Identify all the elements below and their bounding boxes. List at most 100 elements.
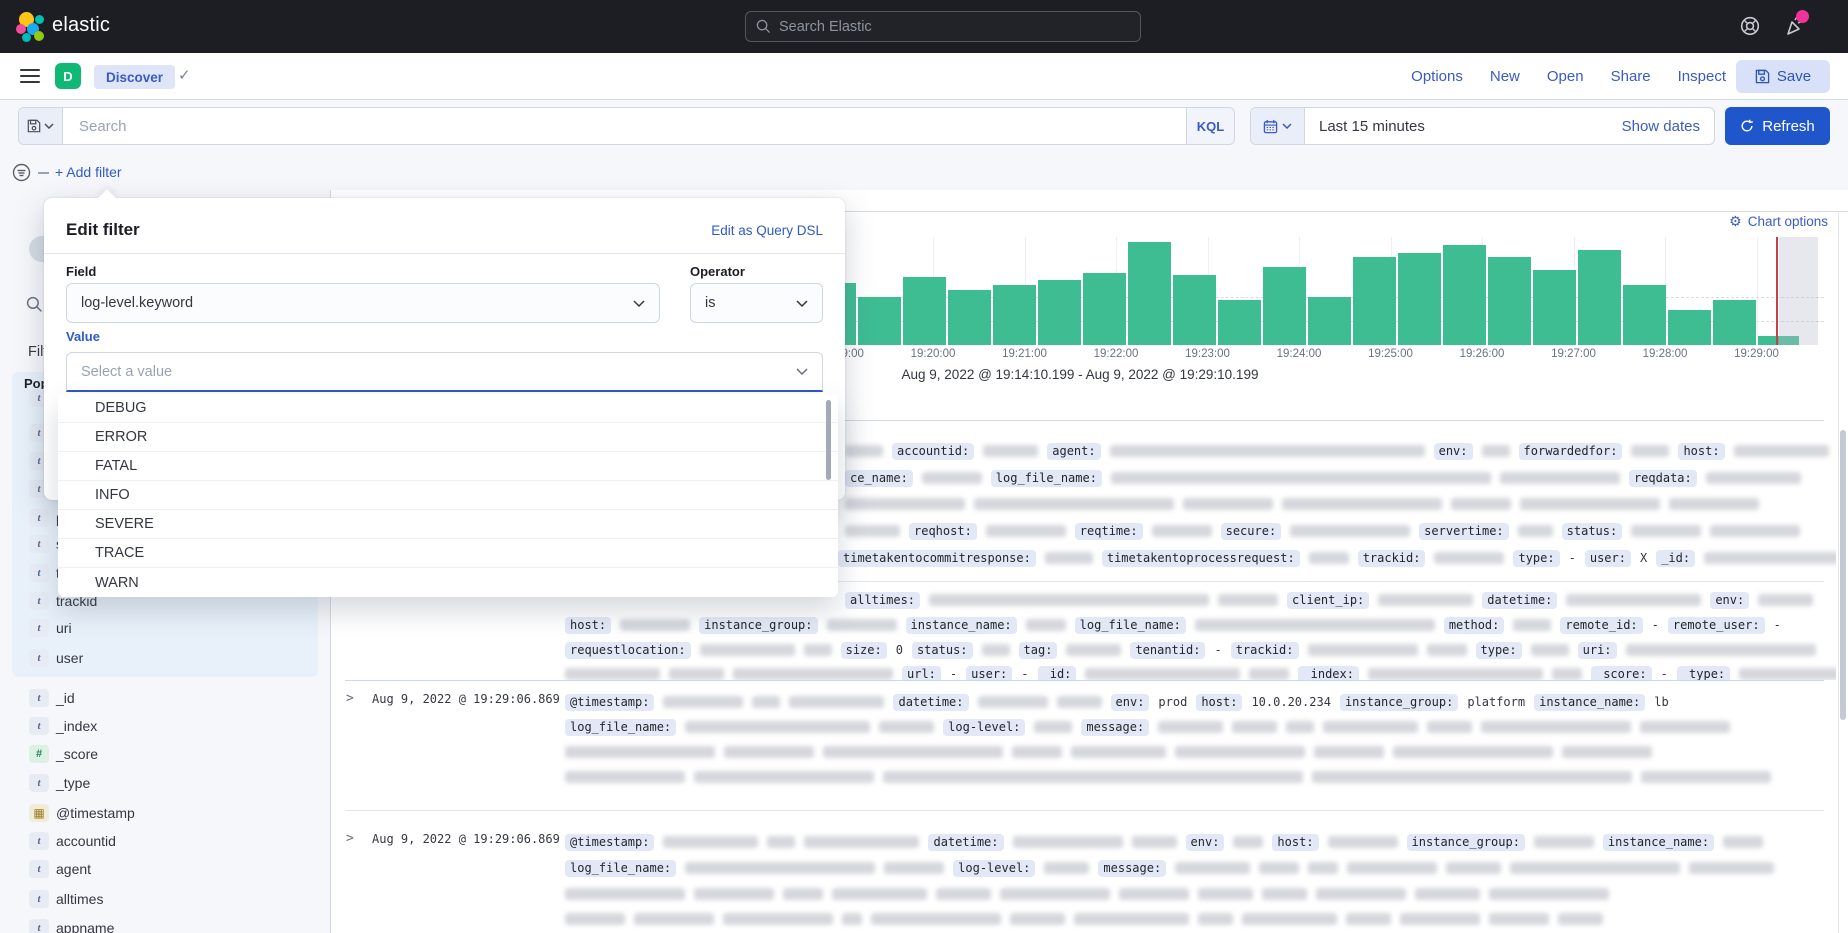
histogram-bar[interactable]	[1443, 245, 1486, 345]
field-name-badge[interactable]: env:	[1434, 443, 1473, 460]
field-name-badge[interactable]: user:	[1585, 550, 1631, 567]
histogram-bar[interactable]	[858, 297, 901, 345]
field-name-badge[interactable]: host:	[565, 617, 611, 634]
value-option-error[interactable]: ERROR	[58, 423, 838, 452]
histogram-bar[interactable]	[1488, 257, 1531, 345]
field-name-badge[interactable]: log_file_name:	[991, 470, 1102, 487]
histogram-bar[interactable]	[903, 277, 946, 345]
field-name-badge[interactable]: instance_name:	[1534, 694, 1645, 711]
histogram-bar[interactable]	[948, 290, 991, 345]
field-name-badge[interactable]: _id:	[1038, 666, 1077, 681]
field-name-badge[interactable]: log_file_name:	[1075, 617, 1186, 634]
field-name-badge[interactable]: ce_name:	[845, 470, 913, 487]
field-name-badge[interactable]: timetakentocommitresponse:	[838, 550, 1036, 567]
value-option-severe[interactable]: SEVERE	[58, 510, 838, 539]
histogram-bar[interactable]	[1263, 267, 1306, 345]
field-name-badge[interactable]: instance_group:	[1407, 834, 1525, 851]
field-name-badge[interactable]: url:	[902, 666, 941, 681]
dropdown-scrollbar-thumb[interactable]	[826, 400, 831, 480]
space-avatar[interactable]: D	[55, 63, 81, 89]
toolbar-link-share[interactable]: Share	[1611, 68, 1651, 85]
breadcrumb[interactable]: Discover	[94, 65, 175, 89]
histogram-bar[interactable]	[1173, 275, 1216, 345]
field-name-badge[interactable]: timetakentoprocessrequest:	[1102, 550, 1300, 567]
chart-options-button[interactable]: ⚙ Chart options	[1729, 213, 1828, 230]
histogram-bar[interactable]	[1668, 310, 1711, 345]
value-option-info[interactable]: INFO	[58, 481, 838, 510]
field-name-badge[interactable]: host:	[1678, 443, 1724, 460]
newsfeed-icon[interactable]	[1782, 14, 1806, 38]
field-name-badge[interactable]: env:	[1186, 834, 1225, 851]
field-name-badge[interactable]: instance_name:	[906, 617, 1017, 634]
field-name-badge[interactable]: reqhost:	[909, 523, 977, 540]
histogram-bar[interactable]	[1308, 297, 1351, 345]
field-name-badge[interactable]: @timestamp:	[565, 694, 654, 711]
field-name-badge[interactable]: type:	[1476, 642, 1522, 659]
field-name-badge[interactable]: instance_group:	[699, 617, 817, 634]
histogram-bar[interactable]	[1623, 285, 1666, 345]
field-name-badge[interactable]: status:	[912, 642, 973, 659]
field-name-badge[interactable]: _id:	[1656, 550, 1695, 567]
filter-menu-icon[interactable]	[12, 163, 31, 187]
field-name-badge[interactable]: remote_user:	[1668, 617, 1765, 634]
elastic-logo[interactable]	[16, 12, 46, 42]
field-name-badge[interactable]: message:	[1081, 719, 1149, 736]
field-name-badge[interactable]: _score:	[1591, 666, 1652, 681]
field-name-badge[interactable]: reqdata:	[1629, 470, 1697, 487]
field-name-badge[interactable]: reqtime:	[1075, 523, 1143, 540]
field-name-badge[interactable]: agent:	[1047, 443, 1100, 460]
main-scrollbar-thumb[interactable]	[1840, 430, 1846, 720]
toolbar-link-new[interactable]: New	[1490, 68, 1520, 85]
field-name-badge[interactable]: accountid:	[892, 443, 974, 460]
refresh-button[interactable]: Refresh	[1725, 107, 1830, 145]
save-button[interactable]: Save	[1736, 60, 1830, 93]
expand-row-icon[interactable]: >	[346, 691, 354, 706]
histogram-bar[interactable]	[993, 285, 1036, 345]
field-name-badge[interactable]: status:	[1562, 523, 1623, 540]
menu-icon[interactable]	[20, 69, 40, 84]
global-search[interactable]	[745, 11, 1141, 42]
histogram-bar[interactable]	[1038, 280, 1081, 345]
field-name-badge[interactable]: uri:	[1578, 642, 1617, 659]
histogram-bar[interactable]	[1353, 257, 1396, 345]
toolbar-link-open[interactable]: Open	[1547, 68, 1584, 85]
field-name-badge[interactable]: trackid:	[1231, 642, 1299, 659]
field-name-badge[interactable]: servertime:	[1419, 523, 1508, 540]
field-name-badge[interactable]: datetime:	[893, 694, 968, 711]
field-name-badge[interactable]: log_file_name:	[565, 860, 676, 877]
field-name-badge[interactable]: env:	[1710, 592, 1749, 609]
field-name-badge[interactable]: host:	[1196, 694, 1242, 711]
field-name-badge[interactable]: host:	[1272, 834, 1318, 851]
histogram-bar[interactable]	[1128, 242, 1171, 345]
field-name-badge[interactable]: @timestamp:	[565, 834, 654, 851]
field-name-badge[interactable]: forwardedfor:	[1519, 443, 1623, 460]
toolbar-link-options[interactable]: Options	[1411, 68, 1463, 85]
time-range[interactable]: Last 15 minutes	[1305, 118, 1622, 135]
saved-query-menu-button[interactable]	[19, 108, 63, 144]
field-name-badge[interactable]: log_file_name:	[565, 719, 676, 736]
field-name-badge[interactable]: log-level:	[953, 860, 1035, 877]
add-filter-button[interactable]: + Add filter	[55, 164, 122, 180]
field-name-badge[interactable]: log-level:	[943, 719, 1025, 736]
field-name-badge[interactable]: method:	[1444, 617, 1505, 634]
field-name-badge[interactable]: user:	[966, 666, 1012, 681]
value-option-fatal[interactable]: FATAL	[58, 452, 838, 481]
field-name-badge[interactable]: secure:	[1221, 523, 1282, 540]
field-name-badge[interactable]: instance_group:	[1340, 694, 1458, 711]
field-name-badge[interactable]: requestlocation:	[565, 642, 691, 659]
field-name-badge[interactable]: client_ip:	[1287, 592, 1369, 609]
field-name-badge[interactable]: _type:	[1677, 666, 1730, 681]
show-dates-button[interactable]: Show dates	[1622, 118, 1714, 135]
field-name-badge[interactable]: size:	[841, 642, 887, 659]
value-option-debug[interactable]: DEBUG	[58, 394, 838, 423]
field-name-badge[interactable]: alltimes:	[845, 592, 920, 609]
field-name-badge[interactable]: tag:	[1019, 642, 1058, 659]
field-name-badge[interactable]: datetime:	[1482, 592, 1557, 609]
field-select[interactable]: log-level.keyword	[66, 283, 660, 323]
histogram-bar[interactable]	[1218, 300, 1261, 345]
histogram-bar[interactable]	[1578, 250, 1621, 345]
histogram-bar[interactable]	[1713, 300, 1756, 345]
histogram-bar[interactable]	[1083, 273, 1126, 345]
field-name-badge[interactable]: _index:	[1298, 666, 1359, 681]
toolbar-link-inspect[interactable]: Inspect	[1678, 68, 1726, 85]
